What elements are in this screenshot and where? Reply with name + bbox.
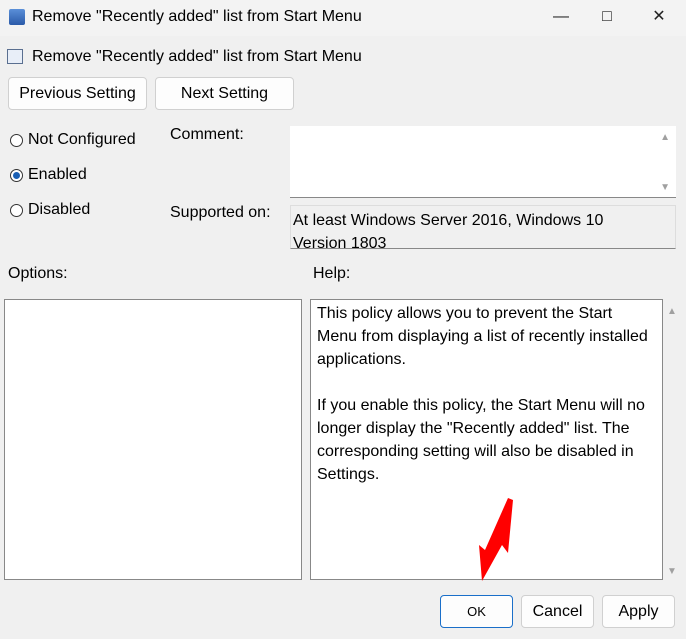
scroll-down-icon[interactable]: ▼ (667, 566, 677, 577)
ok-button[interactable]: OK (440, 595, 513, 628)
comment-input[interactable]: ▲ ▼ (290, 126, 676, 198)
minimize-button[interactable]: — (538, 0, 584, 34)
radio-enabled[interactable]: Enabled (10, 166, 87, 184)
setting-icon (7, 49, 23, 64)
radio-label: Enabled (28, 166, 87, 183)
scroll-up-icon[interactable]: ▲ (667, 306, 677, 317)
window-title: Remove "Recently added" list from Start … (32, 8, 362, 25)
options-label: Options: (8, 265, 68, 282)
policy-name: Remove "Recently added" list from Start … (32, 48, 362, 65)
radio-label: Disabled (28, 201, 91, 218)
supported-on-value: At least Windows Server 2016, Windows 10… (290, 205, 676, 249)
supported-on-label: Supported on: (170, 204, 271, 221)
policy-icon (9, 9, 25, 25)
radio-not-configured[interactable]: Not Configured (10, 131, 136, 149)
radio-disabled[interactable]: Disabled (10, 201, 90, 219)
close-button[interactable]: ✕ (636, 0, 682, 34)
help-paragraph: This policy allows you to prevent the St… (317, 305, 648, 368)
help-paragraph: If you enable this policy, the Start Men… (317, 397, 645, 483)
scroll-up-icon[interactable]: ▲ (660, 132, 670, 143)
radio-label: Not Configured (28, 131, 136, 148)
maximize-button[interactable]: □ (584, 0, 630, 34)
apply-button[interactable]: Apply (602, 595, 675, 628)
help-label: Help: (313, 265, 351, 282)
options-pane (4, 299, 302, 580)
scroll-down-icon[interactable]: ▼ (660, 182, 670, 193)
cancel-button[interactable]: Cancel (521, 595, 594, 628)
next-setting-button[interactable]: Next Setting (155, 77, 294, 110)
previous-setting-button[interactable]: Previous Setting (8, 77, 147, 110)
red-arrow-annotation (479, 498, 513, 581)
comment-label: Comment: (170, 126, 244, 143)
